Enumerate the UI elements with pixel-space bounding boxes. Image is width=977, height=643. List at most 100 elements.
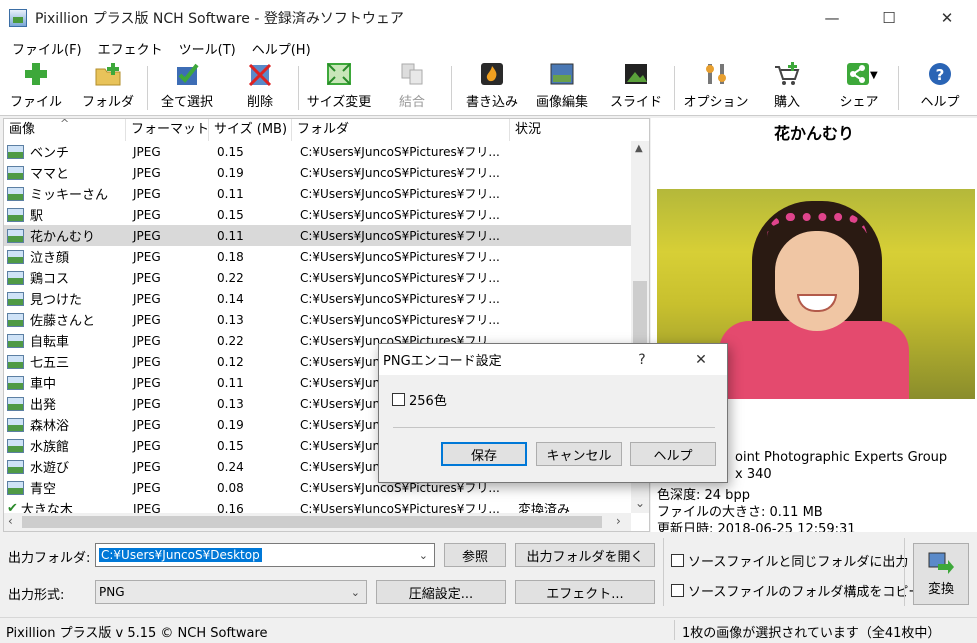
add-file-icon <box>22 61 50 87</box>
horizontal-scrollbar[interactable]: ‹ › <box>4 513 631 531</box>
menu-help[interactable]: ヘルプ(H) <box>244 39 319 58</box>
scroll-down-icon[interactable]: ⌄ <box>635 496 645 510</box>
image-thumbnail-icon <box>7 459 24 474</box>
chevron-down-icon[interactable]: ⌄ <box>351 586 360 599</box>
cell-name: ミッキーさん <box>4 184 126 203</box>
checkbox-box[interactable] <box>392 393 405 406</box>
image-thumbnail-icon <box>7 375 24 390</box>
cell-size: 0.22 <box>217 333 244 348</box>
cell-format: JPEG <box>133 480 161 495</box>
output-format-select[interactable]: PNG ⌄ <box>95 580 367 604</box>
column-size[interactable]: サイズ (MB) <box>209 119 292 141</box>
menu-file[interactable]: ファイル(F) <box>4 39 90 58</box>
add-folder-button[interactable]: フォルダ <box>80 62 136 114</box>
title-bar: Pixillion プラス版 NCH Software - 登録済みソフトウェア… <box>0 0 977 36</box>
dialog-save-button[interactable]: 保存 <box>441 442 527 466</box>
slideshow-icon <box>622 61 650 87</box>
help-button[interactable]: ? ヘルプ <box>914 62 966 114</box>
checkbox-box[interactable] <box>671 554 684 567</box>
table-row[interactable]: ミッキーさん JPEG 0.11 C:¥Users¥JuncoS¥Pictures¥フ… <box>4 183 631 204</box>
256-colors-checkbox[interactable]: 256色 <box>392 390 447 409</box>
add-folder-icon <box>94 61 122 87</box>
image-thumbnail-icon <box>7 228 24 243</box>
table-row[interactable]: 駅 JPEG 0.15 C:¥Users¥JuncoS¥Pictures¥フリ... <box>4 204 631 225</box>
cell-size: 0.08 <box>217 480 244 495</box>
cell-size: 0.11 <box>217 375 244 390</box>
toolbar-separator <box>147 66 148 110</box>
cell-format: JPEG <box>133 438 161 453</box>
maximize-button[interactable]: ☐ <box>860 0 918 36</box>
compression-settings-button[interactable]: 圧縮設定... <box>376 580 506 604</box>
dialog-close-button[interactable]: ✕ <box>681 344 721 375</box>
cell-name: 森林浴 <box>4 415 126 434</box>
output-folder-combo[interactable]: C:¥Users¥JuncoS¥Desktop ⌄ <box>95 543 435 567</box>
scroll-up-icon[interactable]: ▲ <box>635 143 643 154</box>
scroll-left-icon[interactable]: ‹ <box>8 514 13 528</box>
image-edit-button[interactable]: 画像編集 <box>530 62 594 114</box>
chevron-down-icon[interactable]: ▼ <box>870 70 878 81</box>
cell-format: JPEG <box>133 291 161 306</box>
checkbox-box[interactable] <box>671 584 684 597</box>
minimize-button[interactable]: — <box>803 0 861 36</box>
table-row[interactable]: ママと JPEG 0.19 C:¥Users¥JuncoS¥Pictures¥フリ..… <box>4 162 631 183</box>
table-row[interactable]: 泣き顔 JPEG 0.18 C:¥Users¥JuncoS¥Pictures¥フリ..… <box>4 246 631 267</box>
cart-icon <box>773 61 801 87</box>
menu-tools[interactable]: ツール(T) <box>171 39 244 58</box>
cell-format: JPEG <box>133 165 161 180</box>
cell-name: 佐藤さんと <box>4 310 126 329</box>
table-row[interactable]: 花かんむり JPEG 0.11 C:¥Users¥JuncoS¥Pictures¥フリ… <box>4 225 631 246</box>
dialog-help-button[interactable]: ? <box>625 344 659 375</box>
table-row[interactable]: 見つけた JPEG 0.14 C:¥Users¥JuncoS¥Pictures¥フリ.… <box>4 288 631 309</box>
copy-folder-structure-checkbox[interactable]: ソースファイルのフォルダ構成をコピー <box>671 581 921 600</box>
image-thumbnail-icon <box>7 270 24 285</box>
same-folder-checkbox[interactable]: ソースファイルと同じフォルダに出力 <box>671 551 908 570</box>
image-edit-icon <box>548 61 576 87</box>
dialog-cancel-button[interactable]: キャンセル <box>536 442 622 466</box>
output-folder-value[interactable]: C:¥Users¥JuncoS¥Desktop <box>99 548 262 562</box>
table-row[interactable]: 鶏コス JPEG 0.22 C:¥Users¥JuncoS¥Pictures¥フリ..… <box>4 267 631 288</box>
resize-button[interactable]: サイズ変更 <box>303 62 375 114</box>
image-thumbnail-icon <box>7 354 24 369</box>
burn-icon <box>478 61 506 87</box>
slideshow-button[interactable]: スライド <box>608 62 664 114</box>
column-status[interactable]: 状況 <box>510 119 649 141</box>
merge-button[interactable]: 結合 <box>384 62 440 114</box>
table-row[interactable]: ベンチ JPEG 0.15 C:¥Users¥JuncoS¥Pictures¥フリ..… <box>4 141 631 162</box>
scroll-right-icon[interactable]: › <box>616 514 621 528</box>
chevron-down-icon[interactable]: ⌄ <box>419 549 428 562</box>
buy-button[interactable]: 購入 <box>762 62 812 114</box>
cell-folder: C:¥Users¥JuncoS¥Pictures¥フリ... <box>300 250 500 264</box>
delete-button[interactable]: 削除 <box>232 62 288 114</box>
cell-format: JPEG <box>133 270 161 285</box>
cell-size: 0.19 <box>217 417 244 432</box>
close-button[interactable]: ✕ <box>918 0 976 36</box>
output-format-value: PNG <box>99 585 125 599</box>
select-all-button[interactable]: 全て選択 <box>155 62 219 114</box>
menu-effects[interactable]: エフェクト <box>90 39 171 58</box>
cell-folder: C:¥Users¥JuncoS¥Pictures¥フリ... <box>300 292 500 306</box>
toolbar: ファイル フォルダ 全て選択 削除 サイズ変更 結合 書き込み 画像編集 スライ… <box>0 60 977 116</box>
browse-button[interactable]: 参照 <box>444 543 506 567</box>
column-format[interactable]: フォーマット <box>126 119 209 141</box>
cell-name: 花かんむり <box>4 226 126 245</box>
dialog-help-text-button[interactable]: ヘルプ <box>630 442 716 466</box>
select-all-icon <box>173 61 201 87</box>
toolbar-separator <box>898 66 899 110</box>
preview-info-format: oint Photographic Experts Group <box>735 450 948 465</box>
add-file-button[interactable]: ファイル <box>8 62 64 114</box>
convert-button[interactable]: 変換 <box>913 543 969 605</box>
options-icon <box>702 61 730 87</box>
cell-folder: C:¥Users¥JuncoS¥Pictures¥フリ... <box>300 166 500 180</box>
delete-icon <box>246 61 274 87</box>
cell-format: JPEG <box>133 396 161 411</box>
burn-button[interactable]: 書き込み <box>460 62 524 114</box>
effects-button[interactable]: エフェクト... <box>515 580 655 604</box>
cell-size: 0.19 <box>217 165 244 180</box>
table-row[interactable]: 佐藤さんと JPEG 0.13 C:¥Users¥JuncoS¥Pictures¥フリ… <box>4 309 631 330</box>
horizontal-scroll-thumb[interactable] <box>22 516 602 528</box>
column-folder[interactable]: フォルダ <box>292 119 510 141</box>
open-output-folder-button[interactable]: 出力フォルダを開く <box>515 543 655 567</box>
options-button[interactable]: オプション <box>684 61 749 114</box>
cell-name: 駅 <box>4 205 126 224</box>
cell-folder: C:¥Users¥JuncoS¥Pictures¥フリ... <box>300 313 500 327</box>
